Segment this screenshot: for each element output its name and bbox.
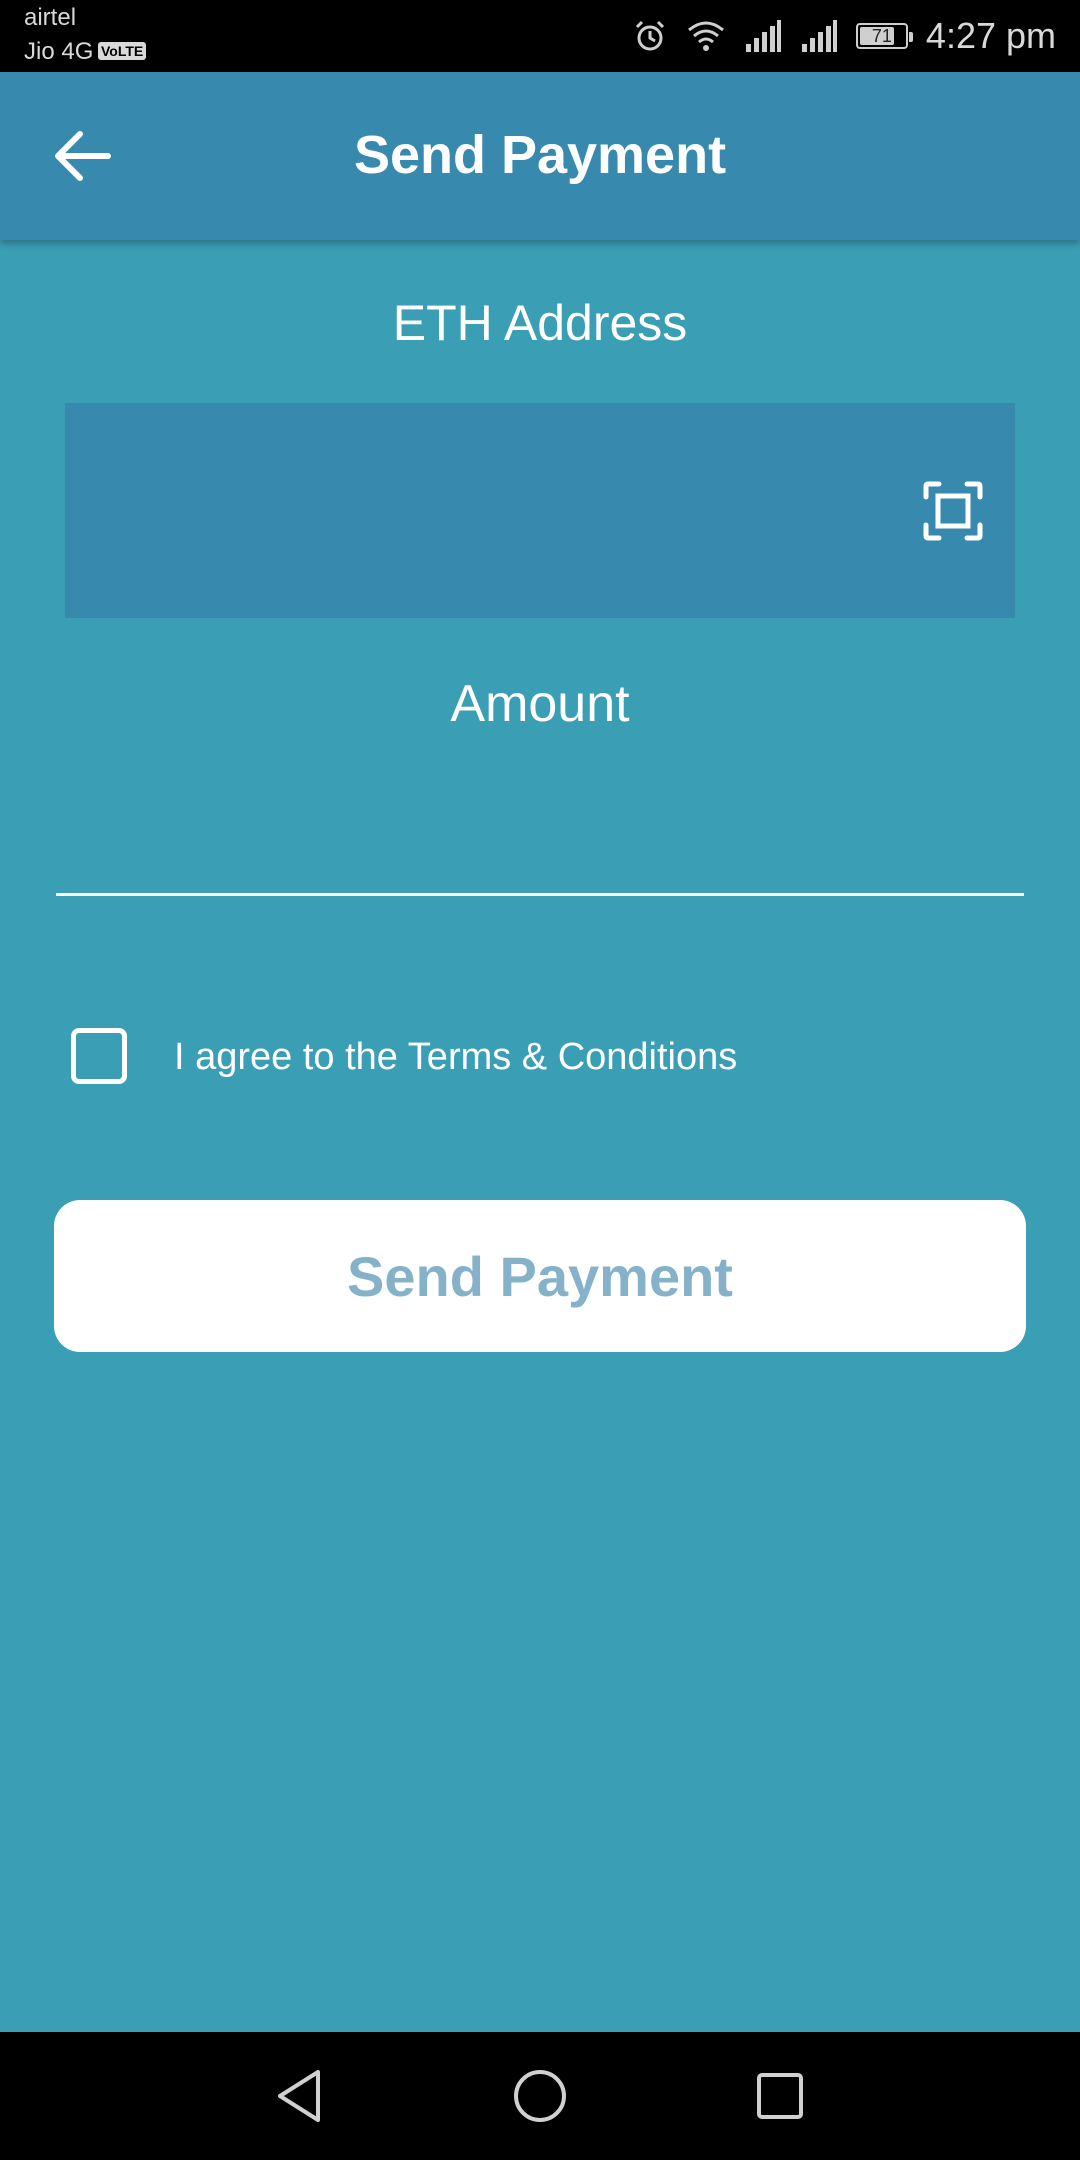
nav-home-button[interactable] bbox=[510, 2066, 570, 2126]
status-icons: 71 4:27 pm bbox=[632, 0, 1056, 72]
signal-icon bbox=[745, 20, 781, 52]
eth-address-label: ETH Address bbox=[392, 295, 688, 351]
nav-back-button[interactable] bbox=[270, 2066, 330, 2126]
eth-address-field[interactable] bbox=[65, 403, 1015, 618]
page-title: Send Payment bbox=[353, 125, 727, 185]
status-bar: airtel Jio 4G VoLTE 71 4:27 pm bbox=[0, 0, 1080, 72]
volte-badge: VoLTE bbox=[98, 42, 147, 60]
eth-address-input[interactable] bbox=[95, 473, 919, 545]
terms-checkbox[interactable] bbox=[71, 1028, 127, 1084]
alarm-icon bbox=[635, 20, 664, 51]
signal-icon bbox=[801, 20, 837, 52]
battery-level: 71 bbox=[871, 25, 892, 46]
terms-label: I agree to the Terms & Conditions bbox=[174, 1036, 738, 1078]
carrier-name-secondary: Jio 4G bbox=[24, 38, 94, 65]
nav-recents-button[interactable] bbox=[750, 2066, 810, 2126]
carrier-name-primary: airtel bbox=[24, 4, 77, 31]
app-bar: Send Payment bbox=[0, 72, 1080, 240]
home-circle-icon bbox=[514, 2070, 566, 2122]
amount-label: Amount bbox=[450, 675, 630, 733]
back-triangle-icon bbox=[278, 2070, 320, 2122]
qr-scan-button[interactable] bbox=[923, 481, 983, 541]
system-nav-bar bbox=[0, 2032, 1080, 2160]
status-time: 4:27 pm bbox=[925, 15, 1056, 56]
send-payment-button[interactable]: Send Payment bbox=[54, 1200, 1026, 1352]
wifi-icon bbox=[687, 21, 724, 51]
qr-scan-icon bbox=[923, 481, 983, 541]
amount-input[interactable] bbox=[56, 800, 1024, 896]
battery-icon: 71 bbox=[855, 23, 913, 49]
recents-square-icon bbox=[757, 2073, 803, 2119]
